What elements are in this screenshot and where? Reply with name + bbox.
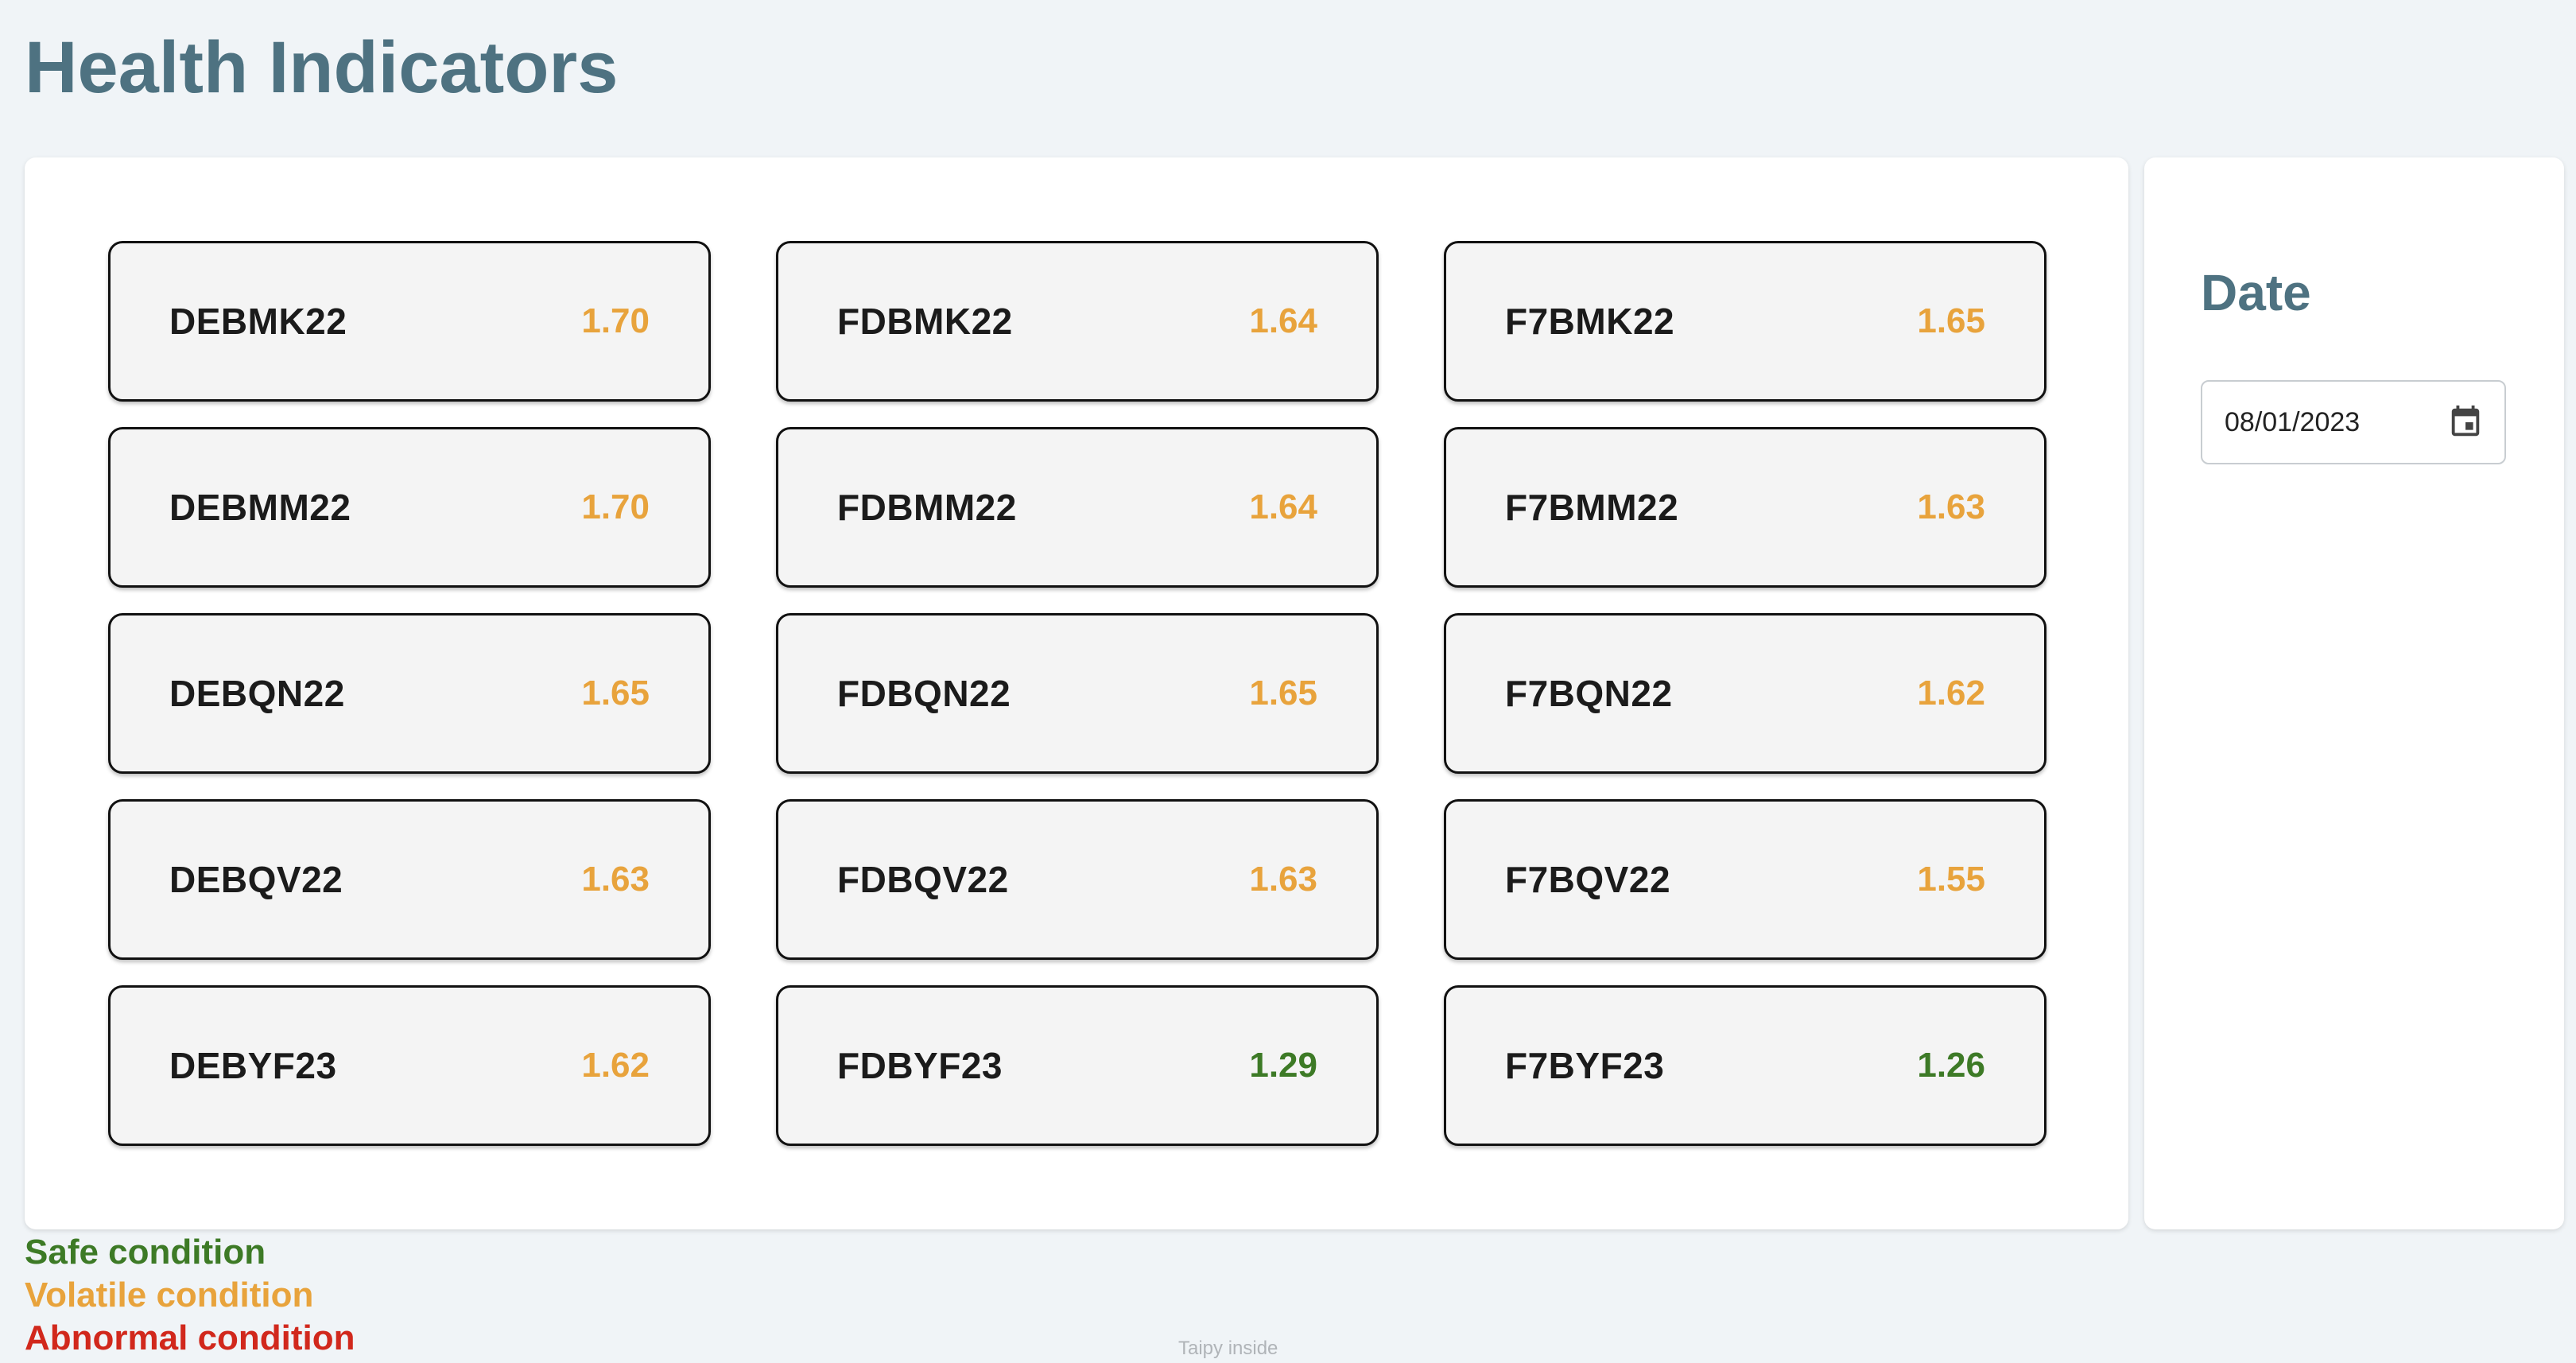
indicator-name: DEBQV22 — [169, 859, 343, 900]
indicator-card[interactable]: FDBQV22 1.63 — [776, 799, 1379, 960]
date-label: Date — [2201, 264, 2311, 321]
indicator-card[interactable]: FDBQN22 1.65 — [776, 613, 1379, 774]
indicator-card[interactable]: DEBQN22 1.65 — [108, 613, 711, 774]
indicator-card[interactable]: F7BYF23 1.26 — [1444, 985, 2046, 1146]
indicator-value: 1.62 — [581, 1046, 650, 1085]
indicator-card[interactable]: DEBQV22 1.63 — [108, 799, 711, 960]
indicator-name: FDBQN22 — [837, 673, 1011, 714]
indicator-card[interactable]: FDBMK22 1.64 — [776, 241, 1379, 402]
indicator-value: 1.70 — [581, 487, 650, 526]
indicator-name: FDBMM22 — [837, 487, 1017, 528]
indicator-card[interactable]: F7BMK22 1.65 — [1444, 241, 2046, 402]
indicator-card[interactable]: DEBMK22 1.70 — [108, 241, 711, 402]
footer-note: Taipy inside — [1178, 1338, 1278, 1359]
legend-item-volatile: Volatile condition — [25, 1276, 314, 1314]
indicator-value: 1.65 — [581, 674, 650, 713]
indicator-value: 1.26 — [1917, 1046, 1985, 1085]
indicator-name: F7BMK22 — [1505, 301, 1675, 342]
indicator-value: 1.70 — [581, 301, 650, 340]
indicator-value: 1.63 — [1249, 860, 1317, 899]
page-title: Health Indicators — [25, 27, 619, 108]
indicator-name: FDBYF23 — [837, 1045, 1003, 1086]
indicator-value: 1.63 — [581, 860, 650, 899]
date-panel: Date — [2144, 157, 2564, 1229]
indicator-name: F7BQV22 — [1505, 859, 1671, 900]
date-input[interactable] — [2225, 406, 2431, 438]
indicator-card[interactable]: F7BQN22 1.62 — [1444, 613, 2046, 774]
indicator-name: DEBYF23 — [169, 1045, 337, 1086]
indicator-value: 1.63 — [1917, 487, 1985, 526]
indicator-name: DEBQN22 — [169, 673, 345, 714]
indicator-card[interactable]: DEBYF23 1.62 — [108, 985, 711, 1146]
indicator-card[interactable]: DEBMM22 1.70 — [108, 427, 711, 588]
indicator-value: 1.65 — [1249, 674, 1317, 713]
legend-item-safe: Safe condition — [25, 1233, 266, 1272]
indicator-card[interactable]: F7BQV22 1.55 — [1444, 799, 2046, 960]
indicator-grid: DEBMK22 1.70 FDBMK22 1.64 F7BMK22 1.65 DEBMM22… — [108, 241, 2046, 1146]
indicator-card[interactable]: FDBYF23 1.29 — [776, 985, 1379, 1146]
indicator-name: DEBMM22 — [169, 487, 351, 528]
indicator-name: FDBMK22 — [837, 301, 1013, 342]
indicator-name: DEBMK22 — [169, 301, 347, 342]
indicator-card[interactable]: FDBMM22 1.64 — [776, 427, 1379, 588]
indicator-value: 1.29 — [1249, 1046, 1317, 1085]
calendar-icon[interactable] — [2447, 404, 2484, 441]
indicator-name: F7BYF23 — [1505, 1045, 1665, 1086]
indicator-value: 1.62 — [1917, 674, 1985, 713]
date-picker[interactable] — [2201, 380, 2506, 464]
legend-item-abnormal: Abnormal condition — [25, 1318, 355, 1357]
indicator-value: 1.65 — [1917, 301, 1985, 340]
indicator-name: F7BMM22 — [1505, 487, 1679, 528]
indicator-value: 1.64 — [1249, 487, 1317, 526]
indicator-card[interactable]: F7BMM22 1.63 — [1444, 427, 2046, 588]
indicators-panel: DEBMK22 1.70 FDBMK22 1.64 F7BMK22 1.65 DEBMM22… — [25, 157, 2128, 1229]
indicator-value: 1.55 — [1917, 860, 1985, 899]
indicator-value: 1.64 — [1249, 301, 1317, 340]
indicator-name: FDBQV22 — [837, 859, 1009, 900]
indicator-name: F7BQN22 — [1505, 673, 1673, 714]
legend: Safe condition Volatile condition Abnormal… — [25, 1231, 355, 1360]
